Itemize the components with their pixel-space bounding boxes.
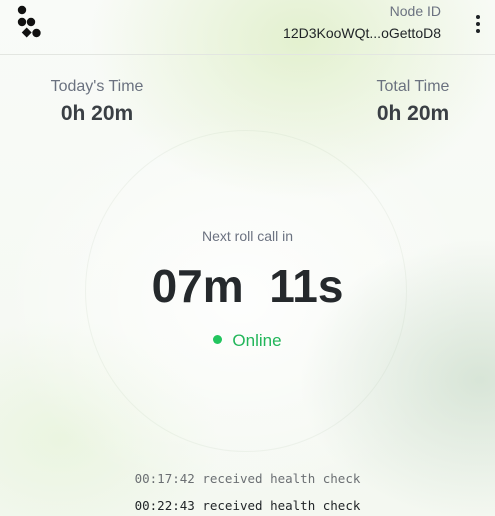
todays-time-stat: Today's Time 0h 20m: [40, 78, 154, 126]
log-entry: 00:22:43 received health check: [134, 498, 361, 513]
countdown-timer: 07m 11s: [151, 260, 344, 312]
total-time-stat: Total Time 0h 20m: [356, 78, 470, 126]
status-dot-icon: [213, 335, 223, 344]
status-text: Online: [232, 331, 282, 350]
total-time-value: 0h 20m: [376, 102, 450, 125]
node-id-value[interactable]: 12D3KooWQt...oGettoD8: [283, 25, 441, 41]
total-time-label: Total Time: [376, 78, 450, 95]
vertical-dots-menu-icon[interactable]: [468, 13, 488, 35]
todays-time-value: 0h 20m: [60, 102, 134, 125]
dots-logo-icon: [17, 5, 41, 38]
header-bar: Node ID 12D3KooWQt...oGettoD8: [0, 0, 495, 55]
todays-time-label: Today's Time: [50, 78, 144, 95]
online-status: Online: [0, 331, 495, 351]
log-entry: 00:17:42 received health check: [134, 471, 361, 486]
node-id-label: Node ID: [389, 3, 441, 19]
next-roll-call-label: Next roll call in: [201, 228, 294, 244]
